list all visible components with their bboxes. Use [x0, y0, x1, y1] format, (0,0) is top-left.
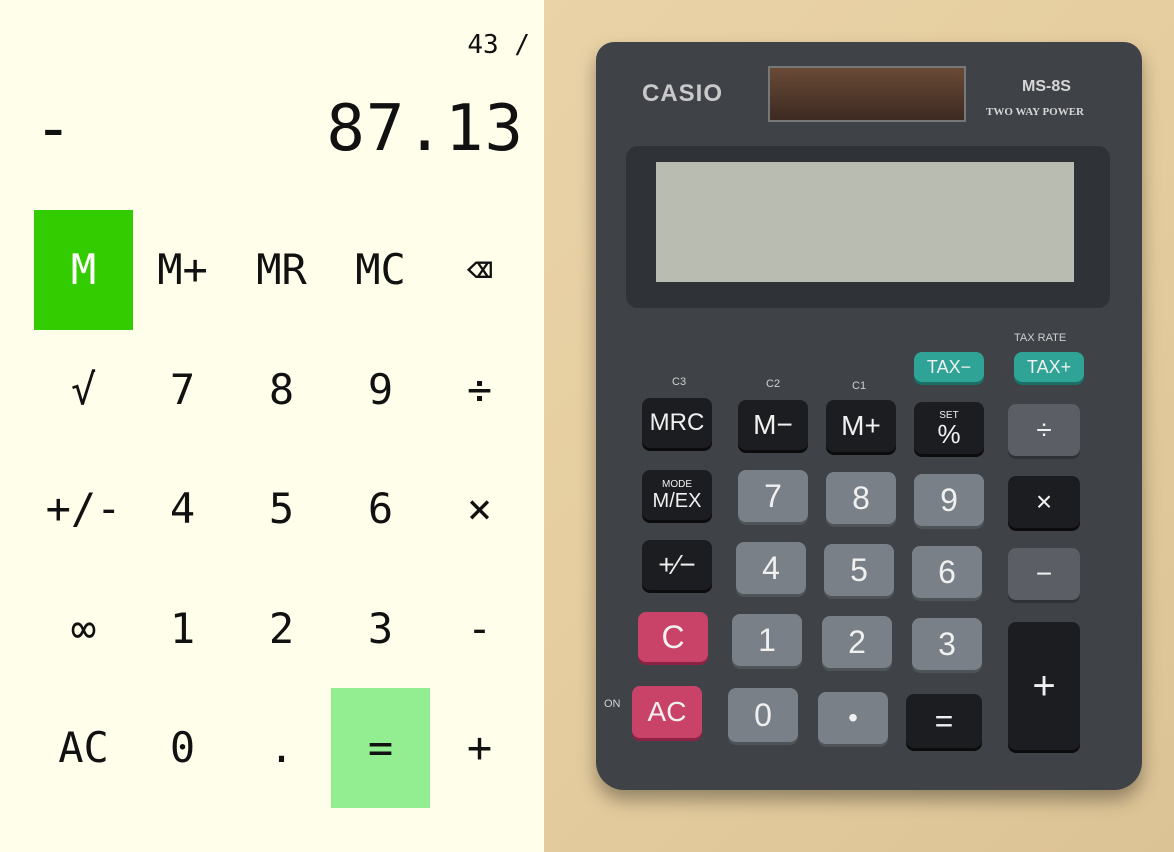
photo-key-1: 1	[732, 614, 802, 666]
memory-clear-key[interactable]: MC	[331, 210, 430, 330]
photo-key-c: C	[638, 612, 708, 662]
photo-key-plusminus: +⁄−	[642, 540, 712, 590]
add-key[interactable]: +	[430, 688, 529, 808]
photo-key-mrc: MRC	[642, 398, 712, 448]
digit-9-key[interactable]: 9	[331, 330, 430, 450]
photo-label-on: ON	[604, 698, 621, 710]
photo-key-multiply: ×	[1008, 476, 1080, 528]
photo-key-ac: AC	[632, 686, 702, 738]
digit-8-key[interactable]: 8	[232, 330, 331, 450]
photo-label-c1: C1	[852, 380, 867, 392]
all-clear-key[interactable]: AC	[34, 688, 133, 808]
main-display: 87.13	[326, 92, 524, 166]
divide-key[interactable]: ÷	[430, 330, 529, 450]
photo-key-mode: MODE M/EX	[642, 470, 712, 520]
calculator-photo: CASIO MS-8S TWO WAY POWER TAX RATE TAX− …	[544, 0, 1174, 852]
photo-key-divide: ÷	[1008, 404, 1080, 456]
digit-6-key[interactable]: 6	[331, 449, 430, 569]
photo-lcd-frame	[626, 146, 1110, 308]
photo-label-c2: C2	[766, 378, 781, 390]
photo-key-9: 9	[914, 474, 984, 526]
photo-key-8: 8	[826, 472, 896, 524]
photo-key-minus: −	[1008, 548, 1080, 600]
photo-solar-panel	[768, 66, 966, 122]
memory-add-key[interactable]: M+	[133, 210, 232, 330]
photo-tax-rate-label: TAX RATE	[1014, 332, 1067, 344]
keypad: M M+ MR MC ⌫ √ 7 8 9 ÷ +/- 4 5 6 × ∞ 1 2 3- AC 0. = +	[34, 210, 530, 808]
digit-3-key[interactable]: 3	[331, 569, 430, 689]
memory-recall-key[interactable]: MR	[232, 210, 331, 330]
square-root-key[interactable]: √	[34, 330, 133, 450]
photo-model: MS-8S	[1022, 78, 1071, 95]
memory-key[interactable]: M	[34, 210, 133, 330]
photo-lcd	[656, 162, 1074, 282]
photo-key-4: 4	[736, 542, 806, 594]
photo-key-3: 3	[912, 618, 982, 670]
subtract-key[interactable]: -	[430, 569, 529, 689]
photo-key-percent: SET %	[914, 402, 984, 454]
photo-key-equals: =	[906, 694, 982, 748]
photo-key-2: 2	[822, 616, 892, 668]
digit-1-key[interactable]: 1	[133, 569, 232, 689]
photo-key-dot: •	[818, 692, 888, 744]
decimal-key[interactable]: .	[232, 688, 331, 808]
photo-key-tax-minus: TAX−	[914, 352, 984, 382]
photo-key-m-minus: M−	[738, 400, 808, 450]
backspace-key[interactable]: ⌫	[430, 210, 529, 330]
negate-key[interactable]: +/-	[34, 449, 133, 569]
photo-key-0: 0	[728, 688, 798, 742]
calculator-panel: 43 / - 87.13 M M+ MR MC ⌫ √ 7 8 9 ÷ +/- 4 5 6 × ∞ 1 2 3- AC…	[0, 0, 544, 852]
equals-key[interactable]: =	[331, 688, 430, 808]
photo-calculator-body: CASIO MS-8S TWO WAY POWER TAX RATE TAX− …	[596, 42, 1142, 790]
photo-key-m-plus: M+	[826, 400, 896, 452]
infinity-key[interactable]: ∞	[34, 569, 133, 689]
photo-key-mode-label: MODE	[662, 478, 692, 490]
photo-key-5: 5	[824, 544, 894, 596]
multiply-key[interactable]: ×	[430, 449, 529, 569]
expression-display: 43 /	[467, 30, 530, 60]
photo-key-plus: +	[1008, 622, 1080, 750]
photo-key-mex-label: M/EX	[652, 489, 702, 512]
digit-7-key[interactable]: 7	[133, 330, 232, 450]
photo-key-7: 7	[738, 470, 808, 522]
photo-key-6: 6	[912, 546, 982, 598]
photo-label-c3: C3	[672, 376, 687, 388]
photo-key-percent-label: %	[937, 418, 961, 449]
photo-model-sub: TWO WAY POWER	[986, 106, 1085, 118]
pending-operator: -	[34, 92, 73, 166]
photo-brand: CASIO	[642, 80, 724, 107]
digit-4-key[interactable]: 4	[133, 449, 232, 569]
digit-0-key[interactable]: 0	[133, 688, 232, 808]
photo-key-tax-plus: TAX+	[1014, 352, 1084, 382]
digit-2-key[interactable]: 2	[232, 569, 331, 689]
digit-5-key[interactable]: 5	[232, 449, 331, 569]
